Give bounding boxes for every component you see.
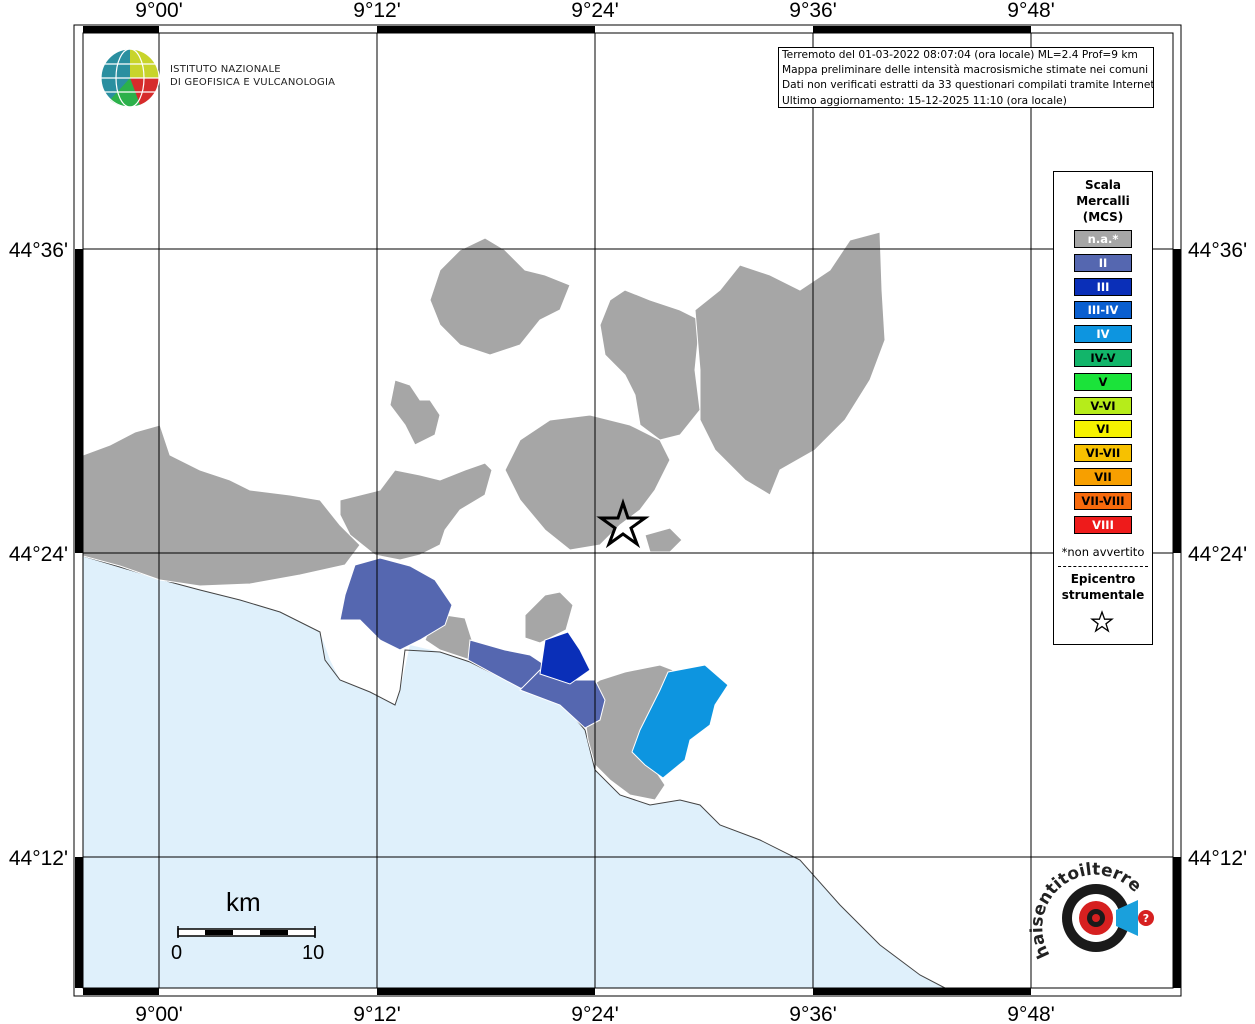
lon-label: 9°24' — [571, 1003, 618, 1024]
legend-swatch: VIII — [1074, 515, 1132, 534]
lat-label: 44°12' — [9, 847, 68, 870]
lat-labels-left: 44°36' 44°24' 44°12' — [9, 239, 68, 870]
info-line3: Dati non verificati estratti da 33 quest… — [782, 79, 1154, 92]
lat-label: 44°24' — [9, 543, 68, 566]
legend-title-line1: Scala — [1084, 178, 1122, 192]
lon-label: 9°12' — [353, 0, 400, 22]
lon-label: 9°48' — [1007, 0, 1054, 22]
info-line4: Ultimo aggiornamento: 15-12-2025 11:10 (… — [782, 94, 1067, 107]
legend-na-note: *non avvertito — [1061, 545, 1145, 559]
hsit-logo-icon: ? — [1062, 884, 1154, 952]
municipality-northeast-b — [694, 231, 886, 496]
lat-label: 44°24' — [1188, 543, 1247, 566]
scalebar-start: 0 — [171, 942, 183, 964]
institute-name: ISTITUTO NAZIONALE DI GEOFISICA E VULCAN… — [170, 63, 335, 89]
mcs-legend: Scala Mercalli (MCS) n.a.* II III III-IV IV I… — [1053, 171, 1153, 645]
legend-swatch: VII-VIII — [1074, 491, 1132, 510]
legend-swatch: n.a.* — [1074, 230, 1132, 248]
legend-title-line3: (MCS) — [1082, 210, 1124, 224]
municipality-east-small — [644, 527, 683, 553]
scalebar-unit: km — [226, 887, 261, 917]
lon-label: 9°36' — [789, 1003, 836, 1024]
lon-label: 9°12' — [353, 1003, 400, 1024]
lon-label: 9°36' — [789, 0, 836, 22]
legend-swatch: V — [1074, 372, 1132, 391]
lat-label: 44°36' — [1188, 239, 1247, 262]
lon-label: 9°48' — [1007, 1003, 1054, 1024]
lat-labels-right: 44°36' 44°24' 44°12' — [1188, 239, 1247, 870]
info-line1: Terremoto del 01-03-2022 08:07:04 (ora l… — [782, 49, 1138, 61]
lat-label: 44°36' — [9, 239, 68, 262]
municipality-west-large — [82, 424, 361, 587]
legend-epicenter-line2: strumentale — [1061, 588, 1145, 602]
scalebar-end: 10 — [302, 942, 325, 964]
municipality-epicentral — [504, 414, 671, 551]
svg-text:?: ? — [1143, 912, 1149, 925]
lon-labels-top: 9°00' 9°12' 9°24' 9°36' 9°48' — [135, 0, 1054, 22]
legend-title-line2: Mercalli — [1076, 194, 1130, 208]
municipality-north-top — [429, 237, 571, 356]
legend-swatch: IV-V — [1074, 349, 1132, 367]
legend-epicenter-line1: Epicentro — [1070, 572, 1136, 586]
institute-line2: DI GEOFISICA E VULCANOLOGIA — [170, 77, 336, 88]
municipality-int-III — [539, 631, 591, 685]
legend-swatch: III — [1074, 277, 1132, 296]
sea-area — [83, 556, 945, 988]
legend-epicenter-title: Epicentro strumentale — [1054, 571, 1152, 603]
legend-swatch: VII — [1074, 468, 1132, 486]
ingv-logo-icon — [100, 48, 160, 108]
municipality-northeast-a — [599, 289, 701, 441]
legend-swatch: III-IV — [1074, 301, 1132, 320]
epicenter-star-icon — [1090, 610, 1114, 633]
legend-swatch: II — [1074, 253, 1132, 272]
municipality-north-small — [389, 379, 441, 446]
legend-swatch: V-VI — [1074, 396, 1132, 415]
municipality-center-cluster — [339, 462, 493, 561]
legend-swatch: IV — [1074, 325, 1132, 344]
legend-swatch: VI-VII — [1074, 444, 1132, 463]
legend-divider — [1058, 566, 1148, 567]
lat-label: 44°12' — [1188, 847, 1247, 870]
lon-label: 9°00' — [135, 0, 182, 22]
legend-title: Scala Mercalli (MCS) — [1054, 177, 1152, 225]
lon-labels-bottom: 9°00' 9°12' 9°24' 9°36' 9°48' — [135, 1003, 1054, 1024]
lon-label: 9°00' — [135, 1003, 182, 1024]
lon-label: 9°24' — [571, 0, 618, 22]
institute-line1: ISTITUTO NAZIONALE — [170, 64, 281, 75]
legend-swatch: VI — [1074, 420, 1132, 439]
info-line2: Mappa preliminare delle intensità macros… — [782, 64, 1149, 77]
earthquake-info-box: Terremoto del 01-03-2022 08:07:04 (ora l… — [778, 47, 1154, 108]
